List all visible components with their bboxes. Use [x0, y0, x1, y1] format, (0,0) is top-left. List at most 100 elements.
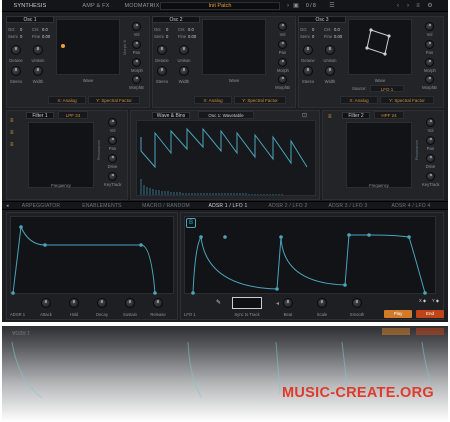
filter-2-keytrack-knob[interactable] [426, 172, 435, 181]
tab-adsr-lfo-3[interactable]: ADSR 3 / LFO 3 [320, 202, 376, 211]
osc-3-unison-knob[interactable] [325, 45, 335, 55]
osc-3-pan-knob[interactable] [425, 40, 434, 49]
filter-2-xy-pad[interactable] [346, 122, 412, 188]
filter-2-title[interactable]: Filter 2 [342, 112, 370, 119]
filter-1-pan-knob[interactable] [108, 136, 117, 145]
osc-1-oct-value[interactable]: 0 [20, 27, 22, 32]
osc-1-mod-select[interactable]: Y: Spectral Factor [88, 96, 140, 104]
tab-amp-fx[interactable]: AMP & FX [76, 0, 116, 12]
filter-1-vol-knob[interactable] [108, 118, 117, 127]
osc-1-xy-handle[interactable] [61, 44, 65, 48]
osc-3-vol-knob[interactable] [425, 22, 434, 31]
tab-enablements[interactable]: ENABLEMENTS [74, 202, 130, 211]
osc-3-semi-value[interactable]: 0 [312, 34, 314, 39]
prev-preset-icon[interactable]: ‹ [148, 2, 156, 10]
menu-icon[interactable]: ☰ [328, 2, 336, 10]
osc-1-title[interactable]: Osc 1 [6, 16, 54, 23]
end-button[interactable]: End [416, 310, 444, 318]
osc-2-semi-value[interactable]: 0 [166, 34, 168, 39]
osc-1-semi-value[interactable]: 0 [20, 34, 22, 39]
filter-2-drive-knob[interactable] [426, 154, 435, 163]
save-icon[interactable]: ▣ [292, 2, 300, 10]
osc-1-unison-knob[interactable] [33, 45, 43, 55]
wave-source-select[interactable]: Osc 1: Wavetable [198, 111, 254, 119]
osc-1-vol-knob[interactable] [132, 22, 141, 31]
tab-adsr-lfo-1[interactable]: ADSR 1 / LFO 1 [200, 202, 256, 211]
filter-1-route-icon-3[interactable]: ≡ [10, 142, 14, 148]
y-axis-toggle[interactable]: Y ◆ [432, 298, 439, 303]
osc-2-vol-knob[interactable] [278, 22, 287, 31]
tab-modmatrix[interactable]: MODMATRIX [120, 0, 164, 12]
play-button[interactable]: Play [384, 310, 412, 318]
preset-name[interactable]: Init Patch [160, 2, 280, 10]
filter-1-route-icon[interactable]: ≡ [10, 118, 14, 124]
filter-1-title[interactable]: Filter 1 [26, 112, 54, 119]
attack-knob[interactable] [41, 298, 51, 308]
osc-1-mode-select[interactable]: X: Analog [48, 96, 86, 104]
filter-2-pan-knob[interactable] [426, 136, 435, 145]
osc-3-xy-pad[interactable] [348, 19, 412, 75]
osc-2-title[interactable]: Osc 2 [152, 16, 200, 23]
osc-3-detune-knob[interactable] [303, 45, 313, 55]
osc-3-fine-value[interactable]: 0.00 [334, 34, 342, 39]
osc-3-crs-value[interactable]: 0.0 [334, 27, 340, 32]
lock-icon[interactable]: ⊡ [302, 112, 307, 119]
osc-3-title[interactable]: Osc 3 [298, 16, 346, 23]
osc-1-morph-knob[interactable] [132, 58, 141, 67]
osc-3-source-select[interactable]: LFO 1 [370, 85, 404, 92]
chevron-left-icon[interactable]: ‹ [394, 2, 402, 10]
osc-3-mode-select[interactable]: X: Analog [340, 96, 378, 104]
menu-icon-2[interactable]: ≡ [414, 2, 422, 10]
osc-1-pan-knob[interactable] [132, 40, 141, 49]
osc-3-width-knob[interactable] [325, 66, 335, 76]
tab-synthesis[interactable]: SYNTHESIS [8, 0, 52, 12]
osc-1-xy-pad[interactable] [56, 19, 120, 75]
filter-1-xy-pad[interactable] [28, 122, 94, 188]
osc-2-unison-knob[interactable] [179, 45, 189, 55]
osc-3-mod-select[interactable]: Y: Spectral Factor [380, 96, 434, 104]
osc-3-morphb-knob[interactable] [425, 75, 434, 84]
hold-knob[interactable] [69, 298, 79, 308]
osc-1-width-knob[interactable] [33, 66, 43, 76]
tab-arpeggiator[interactable]: ARPEGGIATOR [12, 202, 70, 211]
osc-1-morphb-knob[interactable] [132, 75, 141, 84]
lfo-b-badge[interactable]: B [186, 218, 196, 228]
osc-2-mod-select[interactable]: Y: Spectral Factor [234, 96, 286, 104]
osc-2-xy-pad[interactable] [202, 19, 266, 75]
osc-2-width-knob[interactable] [179, 66, 189, 76]
filter-1-keytrack-knob[interactable] [108, 172, 117, 181]
filter-2-vol-knob[interactable] [426, 118, 435, 127]
sustain-knob[interactable] [125, 298, 135, 308]
next-preset-icon[interactable]: › [284, 2, 292, 10]
lfo-shape-display[interactable] [184, 216, 436, 295]
lfo-sync-toggle[interactable] [232, 297, 262, 309]
tab-macro-random[interactable]: MACRO / RANDOM [134, 202, 198, 211]
x-axis-toggle[interactable]: X ◆ [419, 298, 426, 303]
osc-2-detune-knob[interactable] [157, 45, 167, 55]
osc-2-stereo-knob[interactable] [157, 66, 167, 76]
filter-2-route-icon[interactable]: ≡ [328, 114, 332, 120]
osc-3-stereo-knob[interactable] [303, 66, 313, 76]
settings-icon[interactable]: ⚙ [426, 2, 434, 10]
osc-2-mode-select[interactable]: X: Analog [194, 96, 232, 104]
osc-3-morph-knob[interactable] [425, 58, 434, 67]
osc-1-stereo-knob[interactable] [11, 66, 21, 76]
filter-1-route-icon-2[interactable]: ≡ [10, 130, 14, 136]
scale-knob[interactable] [317, 298, 327, 308]
edit-icon[interactable]: ✎ [216, 299, 221, 306]
decay-knob[interactable] [97, 298, 107, 308]
release-knob[interactable] [153, 298, 163, 308]
osc-1-detune-knob[interactable] [11, 45, 21, 55]
osc-1-crs-value[interactable]: 0.0 [42, 27, 48, 32]
osc-2-crs-value[interactable]: 0.0 [188, 27, 194, 32]
filter-1-type-select[interactable]: LPF 24 [58, 111, 88, 119]
osc-2-fine-value[interactable]: 0.00 [188, 34, 196, 39]
osc-2-morph-knob[interactable] [278, 58, 287, 67]
filter-2-type-select[interactable]: HPF 24 [374, 111, 404, 119]
tab-adsr-lfo-4[interactable]: ADSR 4 / LFO 4 [382, 202, 440, 211]
osc-2-pan-knob[interactable] [278, 40, 287, 49]
rate-arrow-icon[interactable]: ◂ [276, 300, 279, 307]
chevron-right-icon[interactable]: › [404, 2, 412, 10]
adsr-envelope-display[interactable] [10, 216, 174, 295]
filter-1-drive-knob[interactable] [108, 154, 117, 163]
